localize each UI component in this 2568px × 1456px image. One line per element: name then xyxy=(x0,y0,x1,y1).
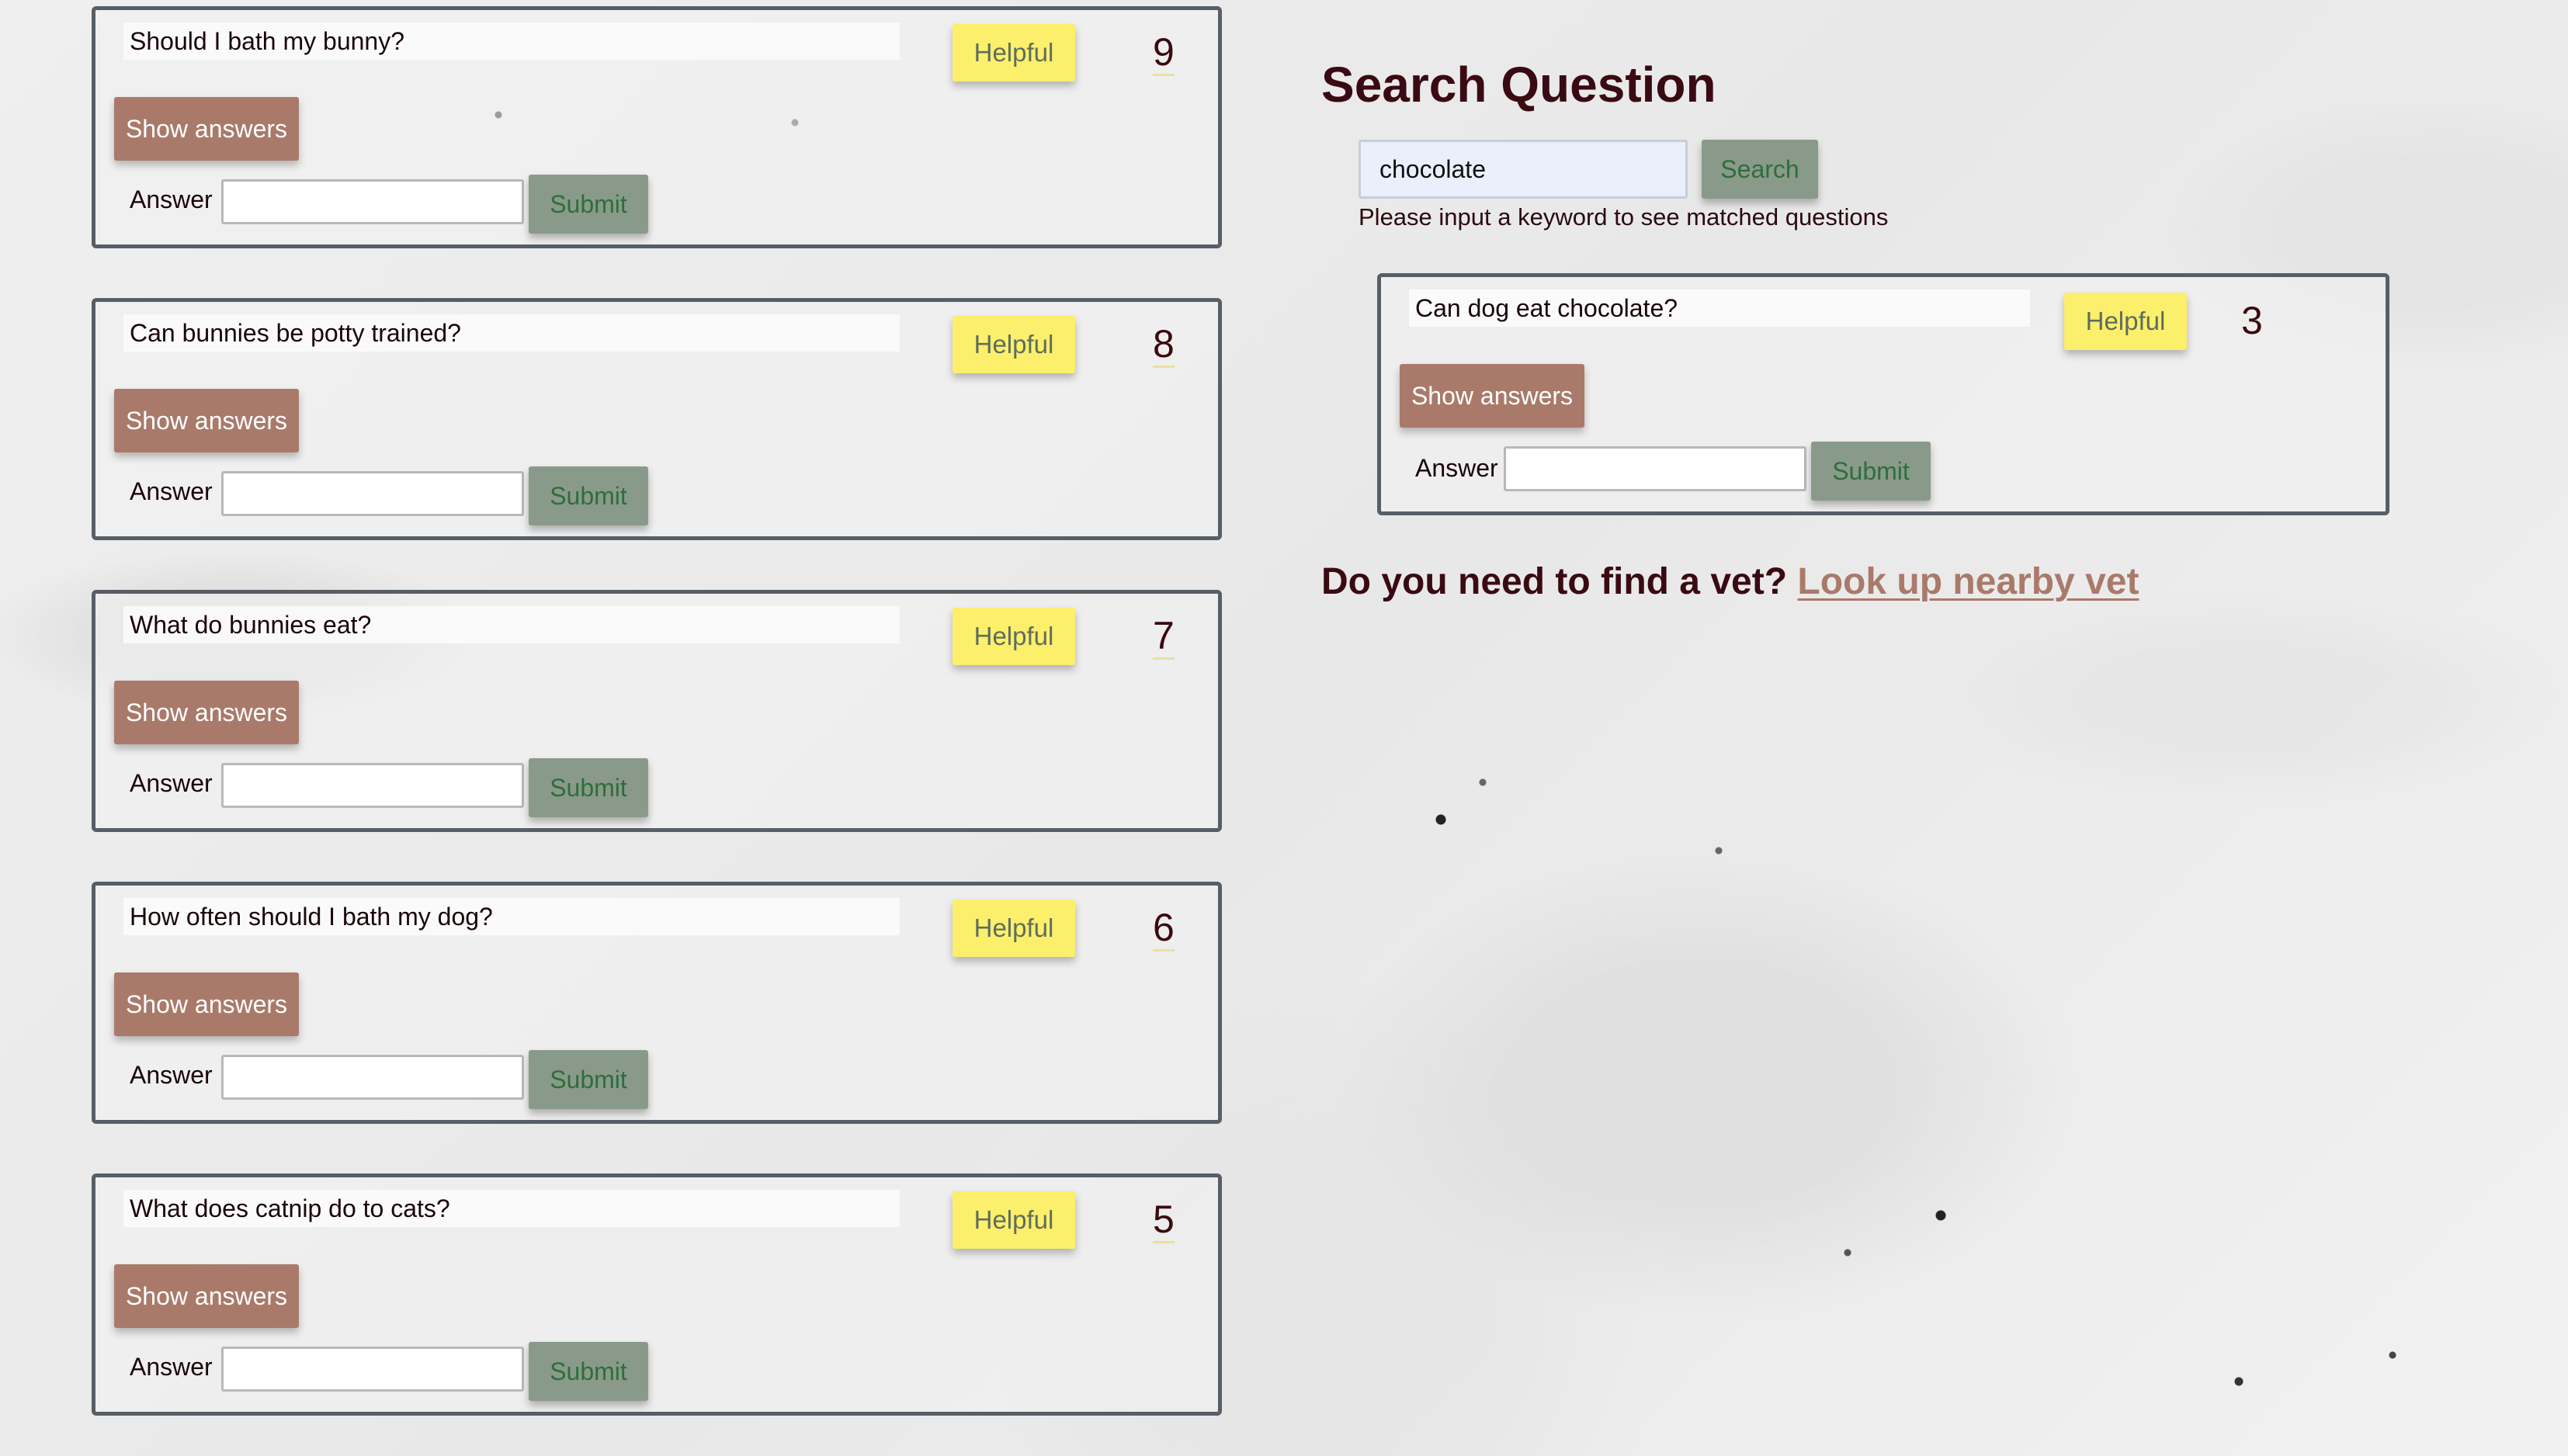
search-button[interactable]: Search xyxy=(1702,140,1818,199)
helpful-button[interactable]: Helpful xyxy=(953,24,1075,81)
question-card: How often should I bath my dog? Helpful … xyxy=(92,882,1222,1124)
helpful-button[interactable]: Helpful xyxy=(953,316,1075,373)
question-title: What does catnip do to cats? xyxy=(123,1190,900,1227)
submit-button[interactable]: Submit xyxy=(529,175,648,234)
question-title: Should I bath my bunny? xyxy=(123,23,900,60)
show-answers-button[interactable]: Show answers xyxy=(114,681,299,744)
question-card: What does catnip do to cats? Helpful 5 S… xyxy=(92,1173,1222,1416)
answer-label: Answer xyxy=(130,185,213,213)
helpful-count: 3 xyxy=(2241,299,2263,342)
search-input[interactable]: chocolate xyxy=(1359,140,1688,199)
helpful-button[interactable]: Helpful xyxy=(953,608,1075,665)
question-title: Can bunnies be potty trained? xyxy=(123,314,900,352)
submit-button[interactable]: Submit xyxy=(529,1342,648,1401)
question-card: Should I bath my bunny? Helpful 9 Show a… xyxy=(92,6,1222,248)
answer-input[interactable] xyxy=(221,1055,524,1100)
answer-input[interactable] xyxy=(221,1347,524,1392)
helpful-button[interactable]: Helpful xyxy=(953,900,1075,957)
answer-label: Answer xyxy=(130,477,213,505)
helpful-count: 6 xyxy=(1153,906,1175,952)
search-hint: Please input a keyword to see matched qu… xyxy=(1359,203,1889,231)
show-answers-button[interactable]: Show answers xyxy=(1400,364,1584,428)
show-answers-button[interactable]: Show answers xyxy=(114,1264,299,1328)
search-input-value: chocolate xyxy=(1379,155,1486,183)
answer-label: Answer xyxy=(130,1061,213,1089)
submit-button[interactable]: Submit xyxy=(529,466,648,525)
answer-input[interactable] xyxy=(221,471,524,516)
nearby-vet-link[interactable]: Look up nearby vet xyxy=(1797,561,2139,602)
answer-input[interactable] xyxy=(221,763,524,808)
show-answers-button[interactable]: Show answers xyxy=(114,972,299,1036)
answer-label: Answer xyxy=(130,769,213,797)
answer-label: Answer xyxy=(1415,454,1498,482)
answer-input[interactable] xyxy=(1504,446,1806,491)
question-title: Can dog eat chocolate? xyxy=(1409,289,2030,327)
submit-button[interactable]: Submit xyxy=(1811,442,1931,501)
question-card: Can bunnies be potty trained? Helpful 8 … xyxy=(92,298,1222,540)
search-result-card: Can dog eat chocolate? Helpful 3 Show an… xyxy=(1377,273,2389,515)
helpful-button[interactable]: Helpful xyxy=(2064,293,2187,350)
question-title: How often should I bath my dog? xyxy=(123,898,900,935)
helpful-count: 8 xyxy=(1153,322,1175,368)
show-answers-button[interactable]: Show answers xyxy=(114,389,299,452)
helpful-button[interactable]: Helpful xyxy=(953,1191,1075,1249)
vet-prompt: Do you need to find a vet? xyxy=(1321,561,1788,602)
show-answers-button[interactable]: Show answers xyxy=(114,97,299,161)
helpful-count: 5 xyxy=(1153,1198,1175,1243)
vet-prompt-line: Do you need to find a vet? Look up nearb… xyxy=(1321,560,2139,603)
answer-label: Answer xyxy=(130,1353,213,1381)
search-heading: Search Question xyxy=(1321,57,1716,113)
submit-button[interactable]: Submit xyxy=(529,1050,648,1109)
submit-button[interactable]: Submit xyxy=(529,758,648,817)
question-title: What do bunnies eat? xyxy=(123,606,900,643)
question-card: What do bunnies eat? Helpful 7 Show answ… xyxy=(92,590,1222,832)
answer-input[interactable] xyxy=(221,179,524,224)
helpful-count: 7 xyxy=(1153,614,1175,660)
helpful-count: 9 xyxy=(1153,30,1175,76)
